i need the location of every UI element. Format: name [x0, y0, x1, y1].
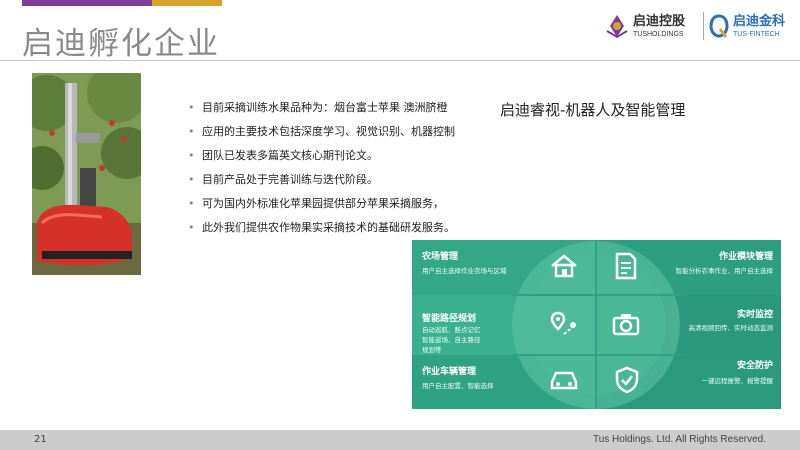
bullet-list: • 目前采摘训练水果品种为：烟台富士苹果 澳洲脐橙 • 应用的主要技术包括深度学习、… — [188, 100, 455, 244]
bullet-item: • 可为国内外标准化苹果园提供部分苹果采摘服务， — [188, 196, 455, 220]
title-divider — [0, 60, 800, 61]
slide-title: 启迪孵化企业 — [22, 26, 220, 62]
camera-icon — [612, 314, 640, 336]
feature-safety-desc: 一键远程报警、报警提醒 — [701, 377, 774, 385]
shield-check-icon — [615, 366, 639, 394]
feature-module-desc: 智能分析农事作业、用户自主选择 — [675, 267, 774, 275]
feature-vehicle-desc: 用户自主配置、智能选择 — [422, 382, 494, 390]
feature-monitor-title: 实时监控 — [736, 310, 773, 320]
feature-path-desc3: 规划等 — [422, 346, 442, 354]
top-accent-bar-purple — [22, 0, 152, 6]
bullet-item: • 应用的主要技术包括深度学习、视觉识别、机器控制 — [188, 124, 455, 148]
feature-vehicle-title: 作业车辆管理 — [422, 367, 477, 377]
feature-safety-title: 安全防护 — [736, 361, 773, 371]
tusfintech-logo: 启迪金科 TUS-FINTECH — [708, 8, 785, 44]
tusfintech-logo-mark-icon — [709, 14, 729, 38]
feature-module-title: 作业模块管理 — [718, 252, 773, 262]
bullet-text: 目前产品处于完善训练与迭代阶段。 — [202, 173, 378, 186]
bullet-text: 团队已发表多篇英文核心期刊论文。 — [202, 149, 378, 162]
feature-monitor-desc: 高清视频回传、实时动态监测 — [688, 324, 774, 332]
bullet-item: • 团队已发表多篇英文核心期刊论文。 — [188, 148, 455, 172]
route-icon — [550, 311, 576, 335]
bullet-item: • 目前产品处于完善训练与迭代阶段。 — [188, 172, 455, 196]
tusfintech-logo-cn: 启迪金科 — [733, 13, 786, 29]
car-icon — [550, 371, 578, 390]
bullet-item: • 目前采摘训练水果品种为：烟台富士苹果 澳洲脐橙 — [188, 100, 455, 124]
feature-panel: 农场管理 用户自主选择作业农场与区域 作业模块管理 智能分析农事作业、用户自主选… — [412, 240, 781, 409]
robot-orchard-photo — [32, 73, 141, 275]
tusholdings-logo: 启迪控股 TUSHOLDINGS — [604, 8, 685, 44]
document-icon — [615, 252, 637, 280]
bullet-text: 可为国内外标准化苹果园提供部分苹果采摘服务， — [202, 197, 444, 210]
tusholdings-logo-en: TUSHOLDINGS — [633, 30, 684, 38]
bullet-text: 应用的主要技术包括深度学习、视觉识别、机器控制 — [202, 125, 455, 138]
copyright-text: Tus Holdings. Ltd. All Rights Reserved. — [592, 434, 766, 445]
feature-farm-title: 农场管理 — [422, 252, 459, 262]
feature-path-desc2: 智能返场、自主路径 — [422, 336, 481, 344]
feature-farm-desc: 用户自主选择作业农场与区域 — [422, 267, 507, 275]
bullet-text: 目前采摘训练水果品种为：烟台富士苹果 澳洲脐橙 — [202, 101, 448, 114]
house-icon — [551, 254, 577, 278]
page-number: 21 — [34, 434, 47, 445]
logo-separator — [703, 12, 704, 40]
feature-path-title: 智能路径规划 — [422, 314, 477, 324]
top-accent-bar-gold — [152, 0, 222, 6]
feature-path-desc1: 自动巡航、断点记忆 — [422, 326, 481, 334]
tusholdings-logo-cn: 启迪控股 — [633, 13, 686, 29]
tusfintech-logo-en: TUS-FINTECH — [733, 30, 780, 38]
product-headline: 启迪睿视-机器人及智能管理 — [500, 101, 686, 119]
tusholdings-logo-mark-icon — [606, 15, 628, 39]
